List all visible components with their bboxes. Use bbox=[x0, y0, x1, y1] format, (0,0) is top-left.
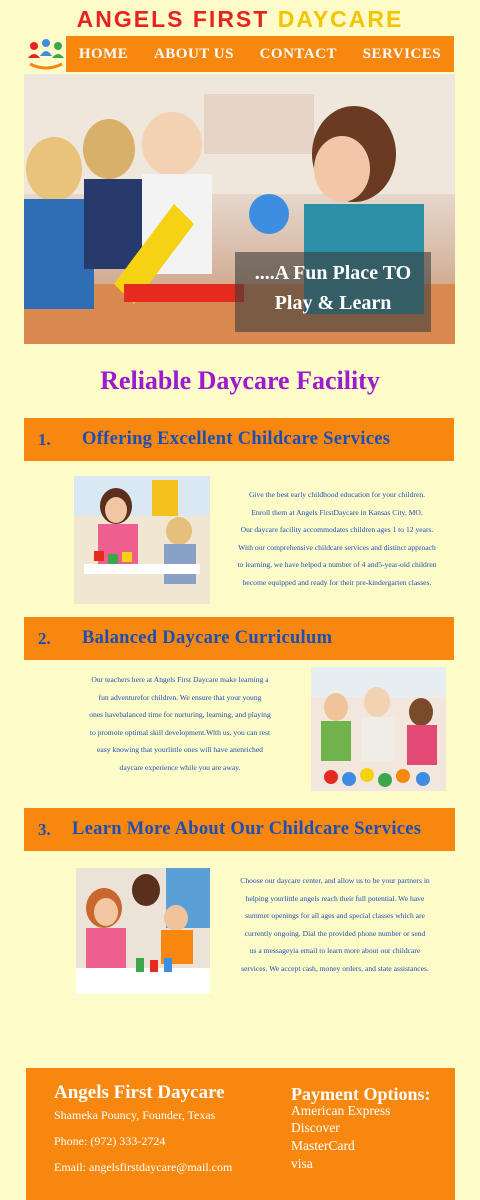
site-footer: Angels First Daycare Shameka Pouncy, Fou… bbox=[26, 1068, 455, 1200]
section-3-line: helping yourlittle angels reach their fu… bbox=[245, 893, 425, 903]
payment-method: Discover bbox=[291, 1120, 340, 1135]
section-3-line: Choose our daycare center, and allow us … bbox=[240, 876, 430, 885]
section-2-line: ones havebalanced time for nurturing, le… bbox=[89, 710, 271, 719]
hero-caption: ....A Fun Place TO Play & Learn bbox=[235, 252, 431, 332]
section-2-number: 2. bbox=[38, 628, 51, 648]
section-3-title: Learn More About Our Childcare Services bbox=[72, 819, 422, 839]
section-1-text: Give the best early childhood education … bbox=[214, 486, 460, 591]
main-navigation: HOME ABOUT US CONTACT SERVICES bbox=[66, 36, 454, 72]
section-3-text: Choose our daycare center, and allow us … bbox=[214, 872, 456, 977]
site-title: ANGELS FIRST DAYCARE bbox=[0, 6, 480, 33]
section-3-line: currently ongoing. Dial the provided pho… bbox=[244, 928, 426, 938]
section-3-line: services. We accept cash, money orders, … bbox=[241, 963, 429, 973]
payment-method: visa bbox=[291, 1156, 313, 1171]
nav-contact[interactable]: CONTACT bbox=[260, 46, 337, 63]
section-1-line: to learning, we have helped a number of … bbox=[237, 560, 437, 569]
footer-email[interactable]: Email: angelsfirstdaycare@mail.com bbox=[54, 1160, 232, 1175]
children-logo-icon[interactable] bbox=[26, 38, 66, 72]
section-2-line: fun adventurefor children. We ensure tha… bbox=[98, 692, 262, 702]
footer-payment-title: Payment Options: bbox=[291, 1084, 431, 1104]
page-heading: Reliable Daycare Facility bbox=[100, 366, 380, 395]
footer-business-name: Angels First Daycare bbox=[54, 1082, 225, 1103]
footer-founder: Shameka Pouncy, Founder, Texas bbox=[54, 1108, 216, 1122]
site-title-accent: DAYCARE bbox=[277, 6, 404, 32]
section-3-number: 3. bbox=[38, 819, 51, 839]
hero-caption-line1: ....A Fun Place TO bbox=[254, 262, 412, 284]
section-2-text: Our teachers here at Angels First Daycar… bbox=[62, 671, 298, 776]
payment-method: American Express bbox=[291, 1103, 391, 1118]
section-2-header: 2. Balanced Daycare Curriculum bbox=[24, 617, 454, 660]
section-2-line: easy knowing that yourlittle ones will h… bbox=[97, 745, 263, 754]
footer-phone[interactable]: Phone: (972) 333-2724 bbox=[54, 1134, 165, 1149]
section-1-line: Our daycare facility accommodates childr… bbox=[240, 525, 434, 534]
section-3-photo bbox=[76, 868, 210, 994]
section-1-title: Offering Excellent Childcare Services bbox=[82, 429, 391, 449]
section-3-header: 3. Learn More About Our Childcare Servic… bbox=[24, 808, 455, 851]
section-3-line: us a messageyia email to learn more abou… bbox=[249, 946, 421, 955]
section-1-line: Enroll them at Angels FirstDaycare in Ka… bbox=[251, 507, 423, 517]
section-1-line: Give the best early childhood education … bbox=[248, 490, 426, 499]
section-1-header: 1. Offering Excellent Childcare Services bbox=[24, 418, 454, 461]
section-1-photo bbox=[74, 476, 210, 604]
section-2-line: to promote optimal skill development.Wit… bbox=[89, 727, 271, 737]
section-1-line: With our comprehensive childcare service… bbox=[238, 542, 436, 552]
section-1-line: become equipped and ready for their pre-… bbox=[242, 577, 432, 587]
site-title-main: ANGELS FIRST bbox=[76, 6, 278, 32]
hero-caption-line2: Play & Learn bbox=[274, 292, 392, 314]
section-2-line: Our teachers here at Angels First Daycar… bbox=[91, 675, 269, 684]
nav-home[interactable]: HOME bbox=[79, 46, 129, 63]
section-2-photo bbox=[311, 667, 446, 791]
hero-image: ....A Fun Place TO Play & Learn bbox=[24, 74, 455, 344]
nav-services[interactable]: SERVICES bbox=[363, 46, 442, 63]
payment-method: MasterCard bbox=[291, 1138, 355, 1153]
nav-about-us[interactable]: ABOUT US bbox=[154, 46, 234, 63]
section-2-line: daycare experience while you are away. bbox=[119, 762, 241, 772]
section-2-title: Balanced Daycare Curriculum bbox=[82, 628, 333, 648]
section-3-line: summer openings for all ages and special… bbox=[245, 911, 425, 920]
section-1-number: 1. bbox=[38, 429, 51, 449]
